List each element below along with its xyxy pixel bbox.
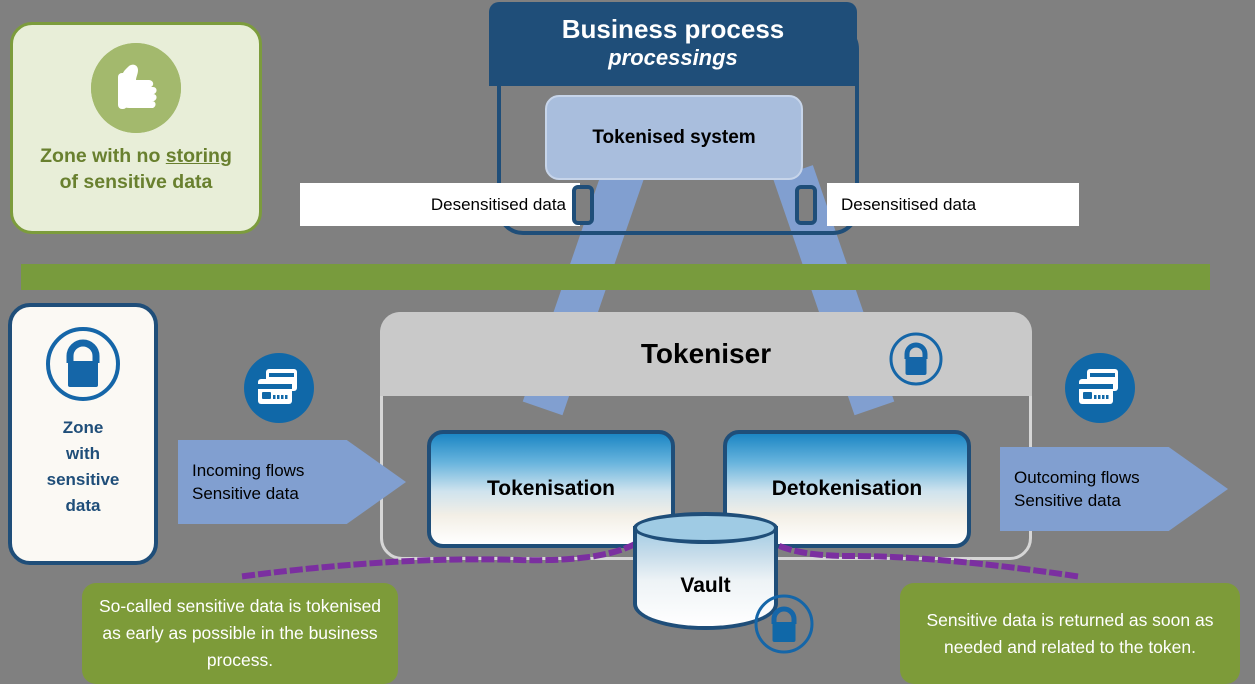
detokenisation-label: Detokenisation: [771, 477, 923, 500]
business-process-subtitle: processings: [608, 45, 738, 70]
vault-top-ellipse: [633, 512, 778, 544]
lock-circle-icon-vault: [753, 593, 815, 655]
zone-sensitive-label-line3: sensitive: [46, 470, 120, 489]
incoming-flow-arrow: Incoming flows Sensitive data: [178, 440, 406, 524]
desensitised-data-text-right: Desensitised data: [841, 194, 977, 214]
credit-card-icon-right: [1065, 353, 1135, 423]
credit-card-icon-left: [244, 353, 314, 423]
incoming-flow-line1: Incoming flows: [192, 461, 305, 480]
zone-no-storing-label-prefix: Zone with no: [40, 145, 166, 167]
callout-left-text: So-called sensitive data is tokenised as…: [98, 596, 382, 670]
zone-no-storing-label-line2: of sensitive data: [59, 171, 213, 193]
incoming-flow-line2: Sensitive data: [192, 484, 299, 503]
zone-sensitive-card: Zone with sensitive data: [8, 303, 158, 565]
mobile-phone-icon-left: [572, 185, 594, 225]
callout-right: Sensitive data is returned as soon as ne…: [900, 583, 1240, 684]
tokenised-system-label: Tokenised system: [592, 126, 756, 148]
desensitised-data-text-left: Desensitised data: [430, 194, 566, 214]
tokeniser-title: Tokeniser: [640, 338, 772, 369]
desensitised-data-label-left: Desensitised data: [300, 183, 580, 226]
tokenised-system-box: Tokenised system: [545, 95, 803, 180]
desensitised-data-label-right: Desensitised data: [827, 183, 1079, 226]
zone-sensitive-label-line1: Zone: [62, 418, 104, 437]
zone-sensitive-label-line4: data: [65, 496, 101, 515]
mobile-phone-icon-right: [795, 185, 817, 225]
zone-no-storing-card: Zone with no storing of sensitive data: [10, 22, 262, 234]
zone-no-storing-label: Zone with no storing of sensitive data: [13, 143, 259, 195]
business-process-title: Business process: [561, 14, 785, 44]
business-process-header: Business process processings: [489, 2, 857, 86]
diagram-canvas: Zone with no storing of sensitive data B…: [0, 0, 1255, 684]
lock-circle-icon-tokeniser: [888, 331, 944, 387]
zone-sensitive-label-line2: with: [66, 444, 100, 463]
zone-sensitive-label: Zone with sensitive data: [12, 415, 154, 519]
outcoming-flow-arrow: Outcoming flows Sensitive data: [1000, 447, 1228, 531]
outcoming-flow-line1: Outcoming flows: [1014, 468, 1140, 487]
lock-circle-icon-zone: [44, 325, 122, 403]
callout-left: So-called sensitive data is tokenised as…: [82, 583, 398, 684]
thumbs-up-icon: [91, 43, 181, 133]
outcoming-flow-line2: Sensitive data: [1014, 491, 1121, 510]
zone-separator-bar: [21, 264, 1210, 290]
tokenisation-label: Tokenisation: [487, 477, 615, 500]
callout-right-text: Sensitive data is returned as soon as ne…: [926, 609, 1214, 657]
zone-no-storing-label-underlined: storing: [165, 145, 232, 167]
